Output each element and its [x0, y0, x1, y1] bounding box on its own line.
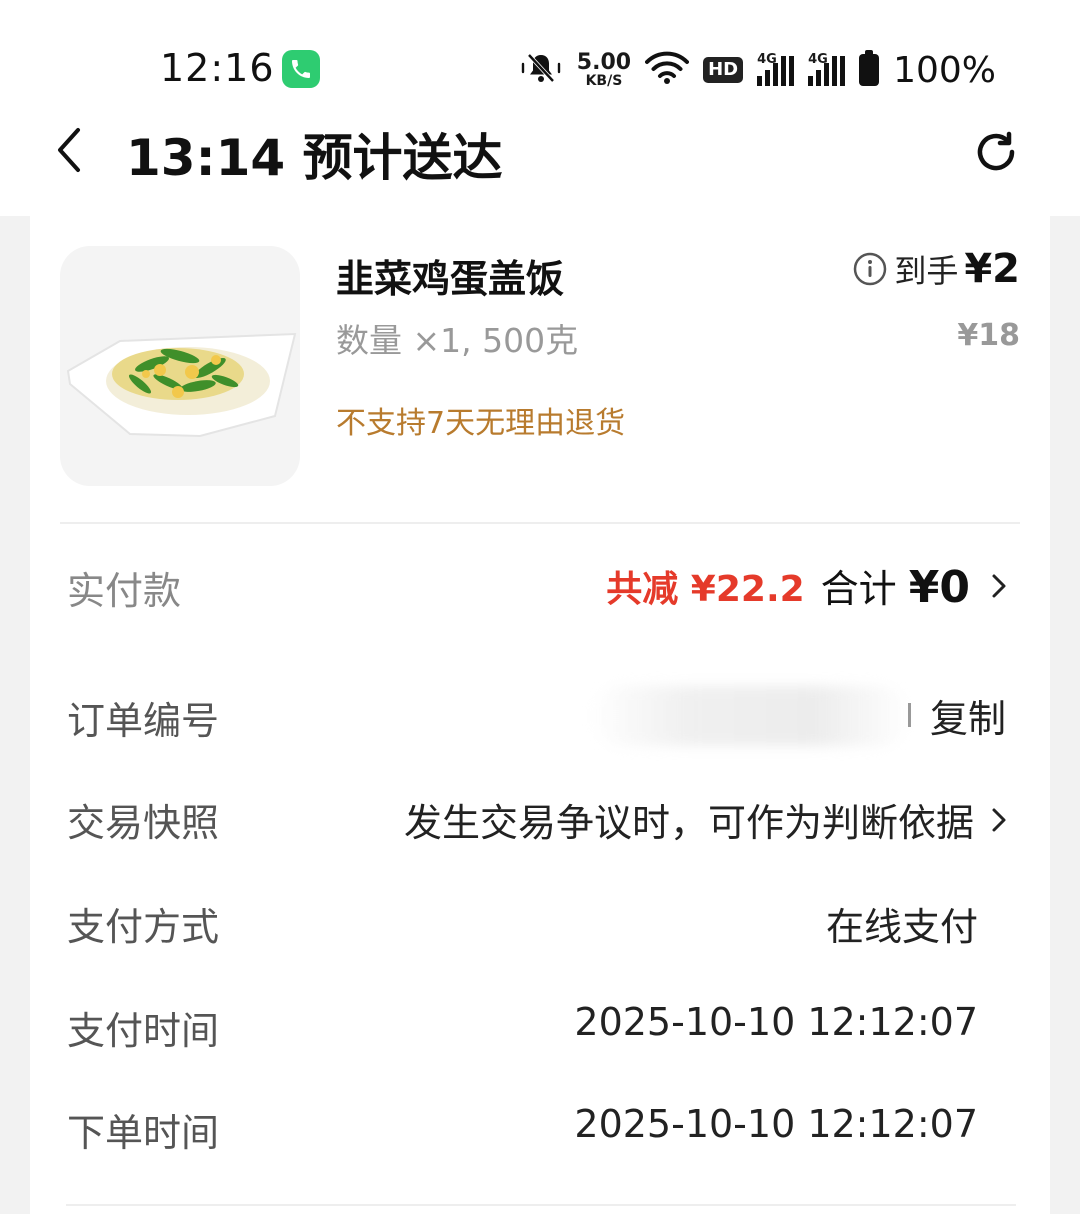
signal-strength-icon: 4G [757, 52, 795, 86]
original-price: ¥18 [957, 318, 1020, 353]
signal-strength-icon: 4G [808, 52, 846, 86]
paid-amount-label: 实付款 [67, 569, 182, 613]
product-name: 韭菜鸡蛋盖饭 [336, 257, 565, 301]
status-time: 12:16 [160, 46, 275, 90]
order-time-label: 下单时间 [67, 1111, 220, 1155]
chevron-right-icon [986, 568, 1012, 604]
discount-amount: 共减 ¥22.2 [606, 568, 805, 610]
network-speed-value: 5.00 [576, 50, 632, 75]
final-price-label: 到手 [894, 252, 959, 290]
order-id-label: 订单编号 [67, 699, 220, 743]
paid-amount-row[interactable]: 共减 ¥22.2 合计 ¥0 [606, 558, 1012, 613]
order-card: 韭菜鸡蛋盖饭 数量 ×1, 500克 不支持7天无理由退货 到手 ¥2 ¥18 … [30, 216, 1050, 1214]
payment-method-label: 支付方式 [67, 905, 220, 949]
order-time-value: 2025-10-10 12:12:07 [574, 1102, 978, 1146]
hd-voice-badge: HD [703, 57, 744, 83]
total-amount: 合计 ¥0 [821, 558, 970, 613]
refresh-icon [972, 128, 1020, 180]
back-button[interactable] [44, 122, 94, 182]
signal-1-label: 4G [757, 52, 777, 67]
network-speed-unit: KB/S [585, 73, 623, 89]
payment-time-label: 支付时间 [67, 1009, 220, 1053]
battery-percent: 100% [893, 49, 996, 91]
wifi-icon [645, 51, 690, 89]
status-icons: 5.00 KB/S HD 4G 4G 100% [519, 44, 996, 96]
snapshot-label: 交易快照 [67, 801, 220, 845]
product-quantity: 数量 ×1, 500克 [336, 321, 579, 360]
separator [908, 703, 911, 727]
payment-method-value: 在线支付 [825, 905, 978, 949]
top-bar: 12:16 5.00 KB/S HD 4G 4G 100% 13:14 预计送达 [0, 0, 1080, 216]
product-image[interactable] [60, 246, 300, 486]
return-policy-note: 不支持7天无理由退货 [336, 406, 626, 441]
payment-time-value: 2025-10-10 12:12:07 [574, 1000, 978, 1044]
info-icon[interactable] [852, 251, 888, 287]
network-speed: 5.00 KB/S [576, 50, 632, 89]
mute-bell-icon [519, 50, 563, 90]
page-title: 13:14 预计送达 [126, 129, 503, 187]
phone-call-icon[interactable] [282, 50, 320, 88]
order-id-value-redacted [590, 686, 910, 746]
chevron-right-icon [986, 802, 1012, 838]
divider [60, 522, 1020, 524]
copy-button[interactable]: 复制 [930, 688, 1006, 743]
total-value: ¥0 [908, 562, 970, 613]
battery-icon [859, 50, 880, 86]
divider [66, 1204, 1016, 1206]
chevron-left-icon [54, 126, 84, 178]
total-label: 合计 [820, 567, 909, 611]
final-price-amount: ¥2 [964, 246, 1020, 292]
snapshot-description: 发生交易争议时，可作为判断依据 [403, 801, 974, 845]
signal-2-label: 4G [808, 52, 828, 67]
refresh-button[interactable] [966, 124, 1026, 184]
snapshot-row[interactable]: 发生交易争议时，可作为判断依据 [404, 792, 1012, 847]
final-price: 到手 ¥2 [852, 246, 1020, 292]
